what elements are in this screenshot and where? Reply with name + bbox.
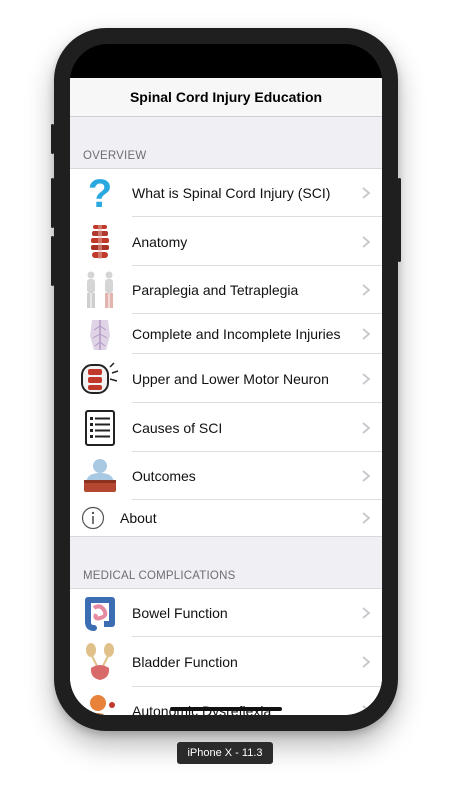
medical-complications-list: Bowel Function Bladder Function Autonomi… [70, 588, 382, 715]
chevron-right-icon [362, 284, 371, 296]
chevron-right-icon [362, 328, 371, 340]
list-item-label: About [120, 510, 157, 526]
chevron-right-icon [362, 187, 371, 199]
question-mark-icon: ? [80, 173, 120, 213]
list-item-label: Complete and Incomplete Injuries [132, 326, 341, 342]
section-header-overview: OVERVIEW [83, 150, 147, 162]
home-indicator[interactable] [170, 707, 282, 711]
screen: Spinal Cord Injury Education OVERVIEW ? … [70, 44, 382, 715]
notch [70, 44, 382, 78]
autonomic-icon [80, 691, 120, 715]
navigation-bar: Spinal Cord Injury Education [70, 78, 382, 117]
section-header-medical-complications: MEDICAL COMPLICATIONS [83, 570, 236, 582]
body-figures-icon [80, 270, 120, 310]
chevron-right-icon [362, 372, 371, 385]
bladder-icon [80, 642, 120, 682]
list-item-outcomes[interactable]: Outcomes [70, 452, 382, 500]
list-item-label: Paraplegia and Tetraplegia [132, 282, 299, 298]
list-item-paraplegia[interactable]: Paraplegia and Tetraplegia [70, 266, 382, 314]
chevron-right-icon [362, 470, 371, 482]
device-label: iPhone X - 11.3 [177, 742, 273, 764]
list-item-what-is-sci[interactable]: ? What is Spinal Cord Injury (SCI) [70, 169, 382, 217]
silent-switch [51, 124, 54, 154]
list-item-bowel-function[interactable]: Bowel Function [70, 589, 382, 637]
list-item-label: Anatomy [132, 233, 188, 250]
list-item-causes[interactable]: Causes of SCI [70, 403, 382, 452]
patient-icon [80, 456, 120, 496]
list-item-complete-incomplete[interactable]: Complete and Incomplete Injuries [70, 314, 382, 354]
chevron-right-icon [362, 512, 371, 524]
list-item-label: Bladder Function [132, 654, 238, 670]
chevron-right-icon [362, 656, 371, 668]
torso-nerves-icon [80, 314, 120, 354]
chevron-right-icon [362, 421, 371, 434]
volume-down-button [51, 236, 54, 286]
chevron-right-icon [362, 235, 371, 248]
chevron-right-icon [362, 607, 371, 619]
list-item-label: Outcomes [132, 468, 196, 484]
list-item-about[interactable]: About [70, 500, 382, 536]
info-icon [80, 505, 106, 531]
power-button [398, 178, 401, 262]
app-view: Spinal Cord Injury Education OVERVIEW ? … [70, 78, 382, 715]
list-item-anatomy[interactable]: Anatomy [70, 217, 382, 266]
list-item-motor-neuron[interactable]: Upper and Lower Motor Neuron [70, 354, 382, 403]
list-item-label: Causes of SCI [132, 419, 223, 436]
list-item-label: Bowel Function [132, 605, 228, 621]
motor-neuron-icon [80, 359, 120, 399]
chevron-right-icon [362, 705, 371, 715]
spine-icon [80, 222, 120, 262]
list-item-label: What is Spinal Cord Injury (SCI) [132, 185, 331, 201]
device-frame: Spinal Cord Injury Education OVERVIEW ? … [51, 28, 401, 731]
svg-text:?: ? [88, 173, 112, 213]
checklist-icon [80, 408, 120, 448]
page-title: Spinal Cord Injury Education [129, 89, 323, 105]
volume-up-button [51, 178, 54, 228]
list-item-bladder-function[interactable]: Bladder Function [70, 637, 382, 687]
list-item-label: Upper and Lower Motor Neuron [132, 370, 329, 387]
bowel-icon [80, 593, 120, 633]
overview-list: ? What is Spinal Cord Injury (SCI) Anato… [70, 168, 382, 537]
